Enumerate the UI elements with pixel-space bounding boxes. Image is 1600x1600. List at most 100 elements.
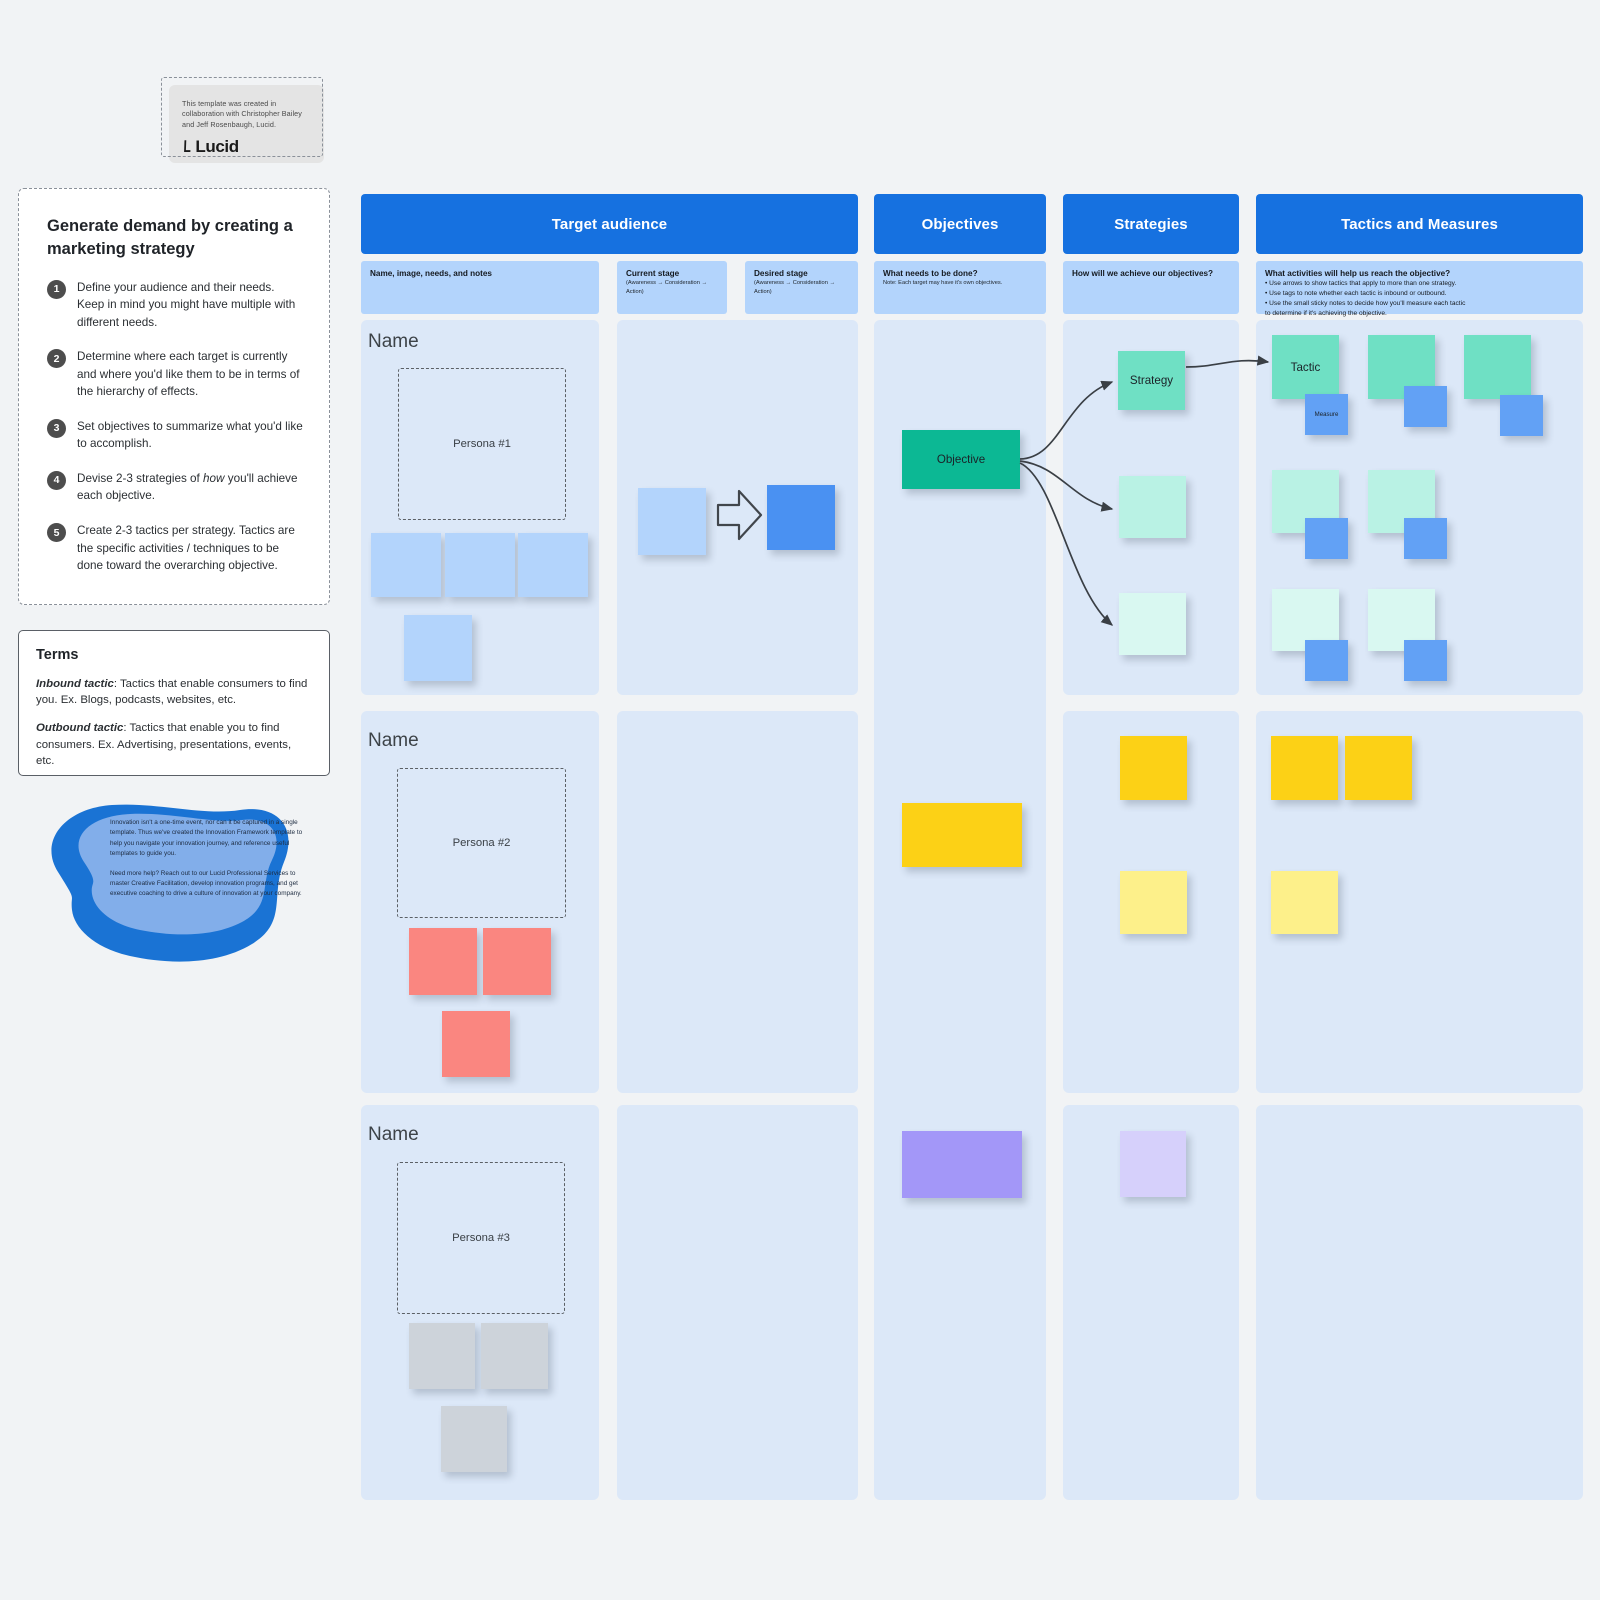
sticky-note-tactic-10[interactable] [1271, 871, 1338, 934]
step-number: 3 [47, 418, 66, 438]
step-number: 5 [47, 523, 66, 542]
sticky-note-tactic-9[interactable] [1345, 736, 1412, 800]
sticky-note-label: Tactic [1290, 360, 1321, 374]
terms-panel: Terms Inbound tactic: Tactics that enabl… [18, 630, 330, 776]
subheader-desired-stage: Desired stage (Awareness → Consideration… [745, 261, 858, 314]
column-header-target-audience: Target audience [361, 194, 858, 254]
row-label-1[interactable]: Name [368, 331, 419, 353]
step-text: Define your audience and their needs. Ke… [77, 280, 296, 329]
terms-inbound-label: Inbound tactic [36, 678, 114, 690]
stage-progress-arrow-icon [716, 489, 763, 541]
sticky-note-label: Strategy [1129, 374, 1174, 387]
persona-placeholder-2[interactable]: Persona #2 [397, 768, 566, 918]
subheader-name-image-needs: Name, image, needs, and notes [361, 261, 599, 314]
objective-to-strategy-arrows [1019, 380, 1114, 626]
row-label-2[interactable]: Name [368, 730, 419, 752]
subheader-current-stage: Current stage (Awareness → Consideration… [617, 261, 727, 314]
terms-title: Terms [36, 647, 79, 663]
sticky-note-audience-1a[interactable] [371, 533, 441, 597]
step-text-emphasis: how [203, 471, 225, 485]
column-header-tactics: Tactics and Measures [1256, 194, 1583, 254]
subheader-strategies: How will we achieve our objectives? [1063, 261, 1239, 314]
step-number: 4 [47, 470, 66, 490]
sticky-note-strategy-5[interactable] [1120, 871, 1187, 934]
subheader-bullet-3: • Use the small sticky notes to decide h… [1265, 300, 1466, 308]
step-text: Determine where each target is currently… [77, 350, 300, 399]
subheader-bullet-2: • Use tags to note whether each tactic i… [1265, 290, 1447, 298]
terms-outbound-label: Outbound tactic [36, 722, 124, 735]
instruction-step: 3 Set objectives to summarize what you'd… [47, 418, 305, 453]
step-text: Create 2-3 tactics per strategy. Tactics… [77, 524, 295, 573]
subheader-title: How will we achieve our objectives? [1072, 269, 1214, 278]
sticky-note-label: Measure [1314, 411, 1339, 418]
sticky-note-measure-4[interactable] [1305, 518, 1348, 559]
sticky-note-objective-3[interactable] [902, 1131, 1022, 1198]
subheader-note: (Awareness → Consideration → Action) [626, 280, 708, 295]
sticky-note-tactic-8[interactable] [1271, 736, 1338, 800]
column-header-objectives: Objectives [874, 194, 1046, 254]
subheader-bullet-1: • Use arrows to show tactics that apply … [1265, 280, 1457, 287]
column-header-label: Tactics and Measures [1341, 215, 1498, 233]
subheader-title: Desired stage [754, 269, 808, 278]
blob-paragraph-2: Need more help? Reach out to our Lucid P… [110, 869, 302, 898]
panel-stages-row-3[interactable] [617, 1105, 858, 1500]
row-label-3[interactable]: Name [368, 1124, 419, 1146]
subheader-note: Note: Each target may have it's own obje… [883, 280, 1003, 286]
sticky-note-objective-1[interactable]: Objective [902, 430, 1020, 489]
blob-paragraph-1: Innovation isn't a one-time event, nor c… [110, 819, 303, 858]
instruction-step: 5 Create 2-3 tactics per strategy. Tacti… [47, 522, 305, 575]
step-number: 1 [47, 279, 66, 299]
blob-text: Innovation isn't a one-time event, nor c… [110, 818, 316, 909]
sticky-note-audience-1b[interactable] [445, 533, 515, 597]
subheader-note: (Awareness → Consideration → Action) [754, 280, 836, 295]
sticky-note-objective-2[interactable] [902, 803, 1022, 867]
sticky-note-audience-3b[interactable] [481, 1323, 548, 1389]
step-text: Set objectives to summarize what you'd l… [77, 419, 303, 451]
subheader-title: What activities will help us reach the o… [1265, 269, 1451, 278]
sticky-note-measure-7[interactable] [1404, 640, 1447, 681]
sticky-note-tactic-3[interactable] [1464, 335, 1531, 399]
sticky-note-strategy-4[interactable] [1120, 736, 1187, 800]
terms-inbound: Inbound tactic: Tactics that enable cons… [36, 676, 312, 708]
instruction-step: 1 Define your audience and their needs. … [47, 279, 305, 332]
subheader-title: What needs to be done? [883, 269, 978, 278]
subheader-title: Name, image, needs, and notes [370, 269, 492, 278]
strategy-to-tactic-arrow [1185, 355, 1270, 368]
sticky-note-audience-1c[interactable] [518, 533, 588, 597]
sticky-note-audience-2c[interactable] [442, 1011, 510, 1077]
sticky-note-strategy-6[interactable] [1120, 1131, 1186, 1197]
instructions-panel: Generate demand by creating a marketing … [18, 188, 330, 605]
persona-label: Persona #3 [452, 1232, 510, 1244]
persona-placeholder-3[interactable]: Persona #3 [397, 1162, 565, 1314]
instruction-step: 4 Devise 2-3 strategies of how you'll ac… [47, 470, 305, 505]
persona-label: Persona #1 [453, 438, 511, 450]
sticky-note-audience-2a[interactable] [409, 928, 477, 995]
sticky-note-measure-5[interactable] [1404, 518, 1447, 559]
step-text-a: Devise 2-3 strategies of [77, 471, 204, 485]
sticky-note-audience-2b[interactable] [483, 928, 551, 995]
column-header-label: Objectives [921, 215, 999, 233]
panel-tactics-row-3[interactable] [1256, 1105, 1583, 1500]
step-text: Devise 2-3 strategies of how you'll achi… [77, 470, 305, 505]
sticky-note-current-stage-1[interactable] [638, 488, 706, 555]
sticky-note-measure-6[interactable] [1305, 640, 1348, 681]
sticky-note-measure-3[interactable] [1500, 395, 1543, 436]
terms-outbound: Outbound tactic: Tactics that enable you… [36, 720, 312, 769]
sticky-note-measure-1[interactable]: Measure [1305, 394, 1348, 435]
sticky-note-audience-3a[interactable] [409, 1323, 475, 1389]
instructions-title: Generate demand by creating a marketing … [47, 217, 293, 258]
sticky-note-audience-3c[interactable] [441, 1406, 507, 1472]
whiteboard-canvas: This template was created in collaborati… [0, 0, 1600, 1600]
innovation-blob: Innovation isn't a one-time event, nor c… [26, 788, 316, 968]
sticky-note-desired-stage-1[interactable] [767, 485, 835, 550]
sticky-note-label: Objective [936, 453, 986, 466]
persona-placeholder-1[interactable]: Persona #1 [398, 368, 566, 520]
sticky-note-audience-1d[interactable] [404, 615, 472, 681]
column-header-strategies: Strategies [1063, 194, 1239, 254]
instruction-step: 2 Determine where each target is current… [47, 348, 305, 401]
subheader-title: Current stage [626, 269, 680, 278]
sticky-note-tactic-1[interactable]: Tactic [1272, 335, 1339, 399]
subheader-bullet-4: to determine if it's achieving the objec… [1265, 310, 1387, 318]
panel-stages-row-2[interactable] [617, 711, 858, 1093]
sticky-note-measure-2[interactable] [1404, 386, 1447, 427]
